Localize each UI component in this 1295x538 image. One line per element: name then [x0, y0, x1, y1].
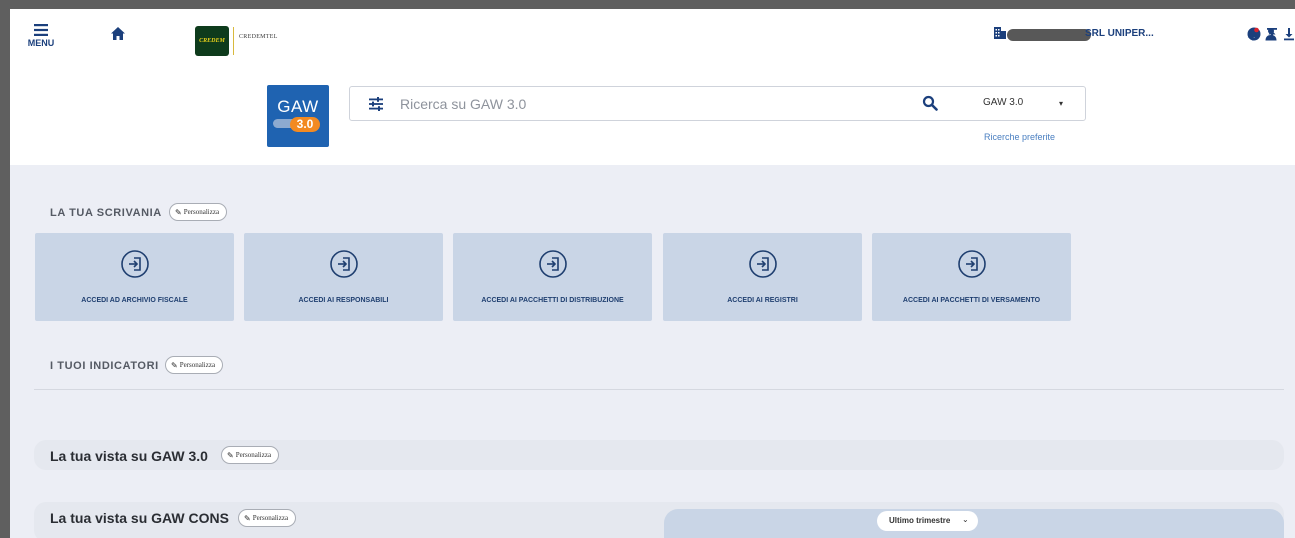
- vista-cons-personalize-button[interactable]: ✎ Personalizza: [238, 509, 297, 527]
- scrivania-personalize-button[interactable]: ✎ Personalizza: [169, 203, 228, 221]
- menu-button[interactable]: MENU: [24, 23, 58, 55]
- section-divider: [34, 389, 1284, 390]
- card-pacchetti-versamento[interactable]: ACCEDI AI PACCHETTI DI VERSAMENTO: [872, 233, 1071, 321]
- pencil-icon: ✎: [227, 450, 234, 460]
- personalize-label: Personalizza: [179, 361, 216, 369]
- favorite-searches-link[interactable]: Ricerche preferite: [984, 132, 1055, 142]
- vista-gaw-title: La tua vista su GAW 3.0: [50, 448, 208, 464]
- search-scope-select[interactable]: GAW 3.0 ▾: [975, 89, 1075, 119]
- card-label: ACCEDI AI PACCHETTI DI DISTRIBUZIONE: [481, 297, 624, 304]
- caret-down-icon: ▾: [1059, 99, 1064, 108]
- card-label: ACCEDI AD ARCHIVIO FISCALE: [81, 297, 188, 304]
- card-label: ACCEDI AI RESPONSABILI: [298, 297, 389, 304]
- card-archivio-fiscale[interactable]: ACCEDI AD ARCHIVIO FISCALE: [35, 233, 234, 321]
- card-label: ACCEDI AI REGISTRI: [727, 297, 798, 304]
- notifications-icon[interactable]: [1246, 27, 1260, 41]
- logo-divider: [233, 27, 234, 55]
- indicatori-personalize-button[interactable]: ✎ Personalizza: [165, 356, 224, 374]
- personalize-label: Personalizza: [235, 451, 272, 459]
- redacted-company-text: [1007, 29, 1091, 41]
- gaw-logo: GAW 3.0: [267, 85, 329, 147]
- search-icon[interactable]: [922, 95, 938, 111]
- card-registri[interactable]: ACCEDI AI REGISTRI: [663, 233, 862, 321]
- login-icon: [330, 250, 358, 278]
- gaw-logo-version: 3.0: [290, 117, 320, 132]
- card-pacchetti-distribuzione[interactable]: ACCEDI AI PACCHETTI DI DISTRIBUZIONE: [453, 233, 652, 321]
- menu-label: MENU: [27, 38, 55, 48]
- personalize-label: Personalizza: [252, 514, 289, 522]
- personalize-label: Personalizza: [183, 208, 220, 216]
- login-icon: [749, 250, 777, 278]
- credemtel-logo: CREDEMTEL: [239, 34, 278, 40]
- card-label: ACCEDI AI PACCHETTI DI VERSAMENTO: [902, 297, 1041, 304]
- chevron-down-icon: ⌄: [962, 515, 969, 524]
- pencil-icon: ✎: [244, 513, 251, 523]
- filter-icon[interactable]: [368, 97, 384, 111]
- vista-cons-title: La tua vista su GAW CONS: [50, 510, 229, 526]
- vista-gaw-personalize-button[interactable]: ✎ Personalizza: [221, 446, 280, 464]
- credem-logo: CREDEM: [195, 26, 229, 56]
- period-select[interactable]: Ultimo trimestre ⌄: [877, 511, 978, 531]
- search-input[interactable]: [400, 91, 900, 116]
- scrivania-title: LA TUA SCRIVANIA: [50, 207, 162, 219]
- app-window: MENU CREDEM CREDEMTEL SRL UNIPER... GAW …: [10, 9, 1295, 538]
- credem-logo-text: CREDEM: [199, 38, 225, 44]
- home-icon: [111, 27, 125, 40]
- period-value: Ultimo trimestre: [889, 516, 951, 525]
- pencil-icon: ✎: [171, 360, 178, 370]
- indicatori-title: I TUOI INDICATORI: [50, 360, 159, 372]
- search-bar: GAW 3.0 ▾: [349, 86, 1086, 121]
- user-icon[interactable]: [1264, 27, 1278, 41]
- login-icon: [121, 250, 149, 278]
- login-icon: [958, 250, 986, 278]
- gaw-logo-text: GAW: [277, 97, 319, 116]
- card-responsabili[interactable]: ACCEDI AI RESPONSABILI: [244, 233, 443, 321]
- search-scope-value: GAW 3.0: [983, 97, 1024, 108]
- hamburger-icon: [34, 24, 48, 36]
- download-icon[interactable]: [1282, 27, 1295, 41]
- login-icon: [539, 250, 567, 278]
- building-icon: [993, 26, 1007, 40]
- company-selector[interactable]: SRL UNIPER...: [1085, 28, 1154, 39]
- home-button[interactable]: [109, 25, 127, 43]
- pencil-icon: ✎: [175, 207, 182, 217]
